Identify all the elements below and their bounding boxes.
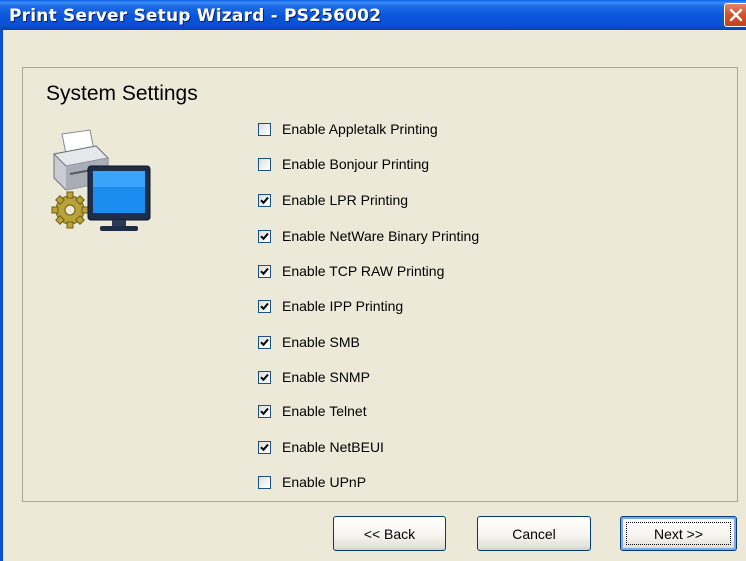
checkbox-netware[interactable]: Enable NetWare Binary Printing [258, 225, 479, 247]
checkbox-upnp[interactable]: Enable UPnP [258, 471, 366, 493]
checkbox-label: Enable TCP RAW Printing [282, 263, 445, 279]
check-mark-icon [260, 267, 269, 275]
check-mark-icon [260, 196, 269, 204]
window-title: Print Server Setup Wizard - PS256002 [9, 6, 382, 26]
printer-computer-settings-icon [50, 128, 156, 237]
checkbox-label: Enable NetWare Binary Printing [282, 228, 480, 244]
checkbox-label: Enable SNMP [282, 369, 370, 385]
checkbox-label: Enable UPnP [282, 474, 367, 490]
checkbox-box[interactable] [258, 229, 271, 243]
checkbox-tcp-raw[interactable]: Enable TCP RAW Printing [258, 260, 444, 282]
checkbox-box[interactable] [258, 122, 271, 136]
check-mark-icon [260, 407, 269, 415]
checkbox-label: Enable Appletalk Printing [282, 121, 438, 137]
checkbox-label: Enable IPP Printing [282, 298, 404, 314]
close-icon [729, 8, 743, 22]
check-mark-icon [260, 373, 269, 381]
checkbox-box[interactable] [258, 157, 271, 171]
checkbox-box[interactable] [258, 264, 271, 278]
checkbox-lpr[interactable]: Enable LPR Printing [258, 189, 408, 211]
checkbox-box[interactable] [258, 440, 271, 454]
checkbox-label: Enable LPR Printing [282, 192, 409, 208]
window-frame-left [0, 30, 3, 561]
checkbox-label: Enable Telnet [282, 403, 367, 419]
focus-rectangle [626, 522, 731, 545]
checkbox-ipp[interactable]: Enable IPP Printing [258, 295, 403, 317]
wizard-window: Print Server Setup Wizard - PS256002 Sys… [0, 0, 746, 561]
checkbox-box[interactable] [258, 335, 271, 349]
check-mark-icon [260, 232, 269, 240]
checkbox-box[interactable] [258, 404, 271, 418]
checkbox-bonjour[interactable]: Enable Bonjour Printing [258, 153, 429, 175]
check-mark-icon [260, 302, 269, 310]
close-button[interactable] [724, 3, 746, 27]
checkbox-snmp[interactable]: Enable SNMP [258, 366, 370, 388]
checkbox-box[interactable] [258, 370, 271, 384]
checkbox-netbeui[interactable]: Enable NetBEUI [258, 436, 384, 458]
check-mark-icon [260, 338, 269, 346]
check-mark-icon [260, 443, 269, 451]
checkbox-telnet[interactable]: Enable Telnet [258, 400, 367, 422]
checkbox-label: Enable NetBEUI [282, 439, 384, 455]
checkbox-appletalk[interactable]: Enable Appletalk Printing [258, 118, 438, 140]
checkbox-label: Enable SMB [282, 334, 360, 350]
checkbox-box[interactable] [258, 475, 271, 489]
checkbox-box[interactable] [258, 299, 271, 313]
checkbox-label: Enable Bonjour Printing [282, 156, 430, 172]
back-button[interactable]: << Back [333, 516, 446, 551]
next-button[interactable]: Next >> [620, 516, 737, 551]
section-title: System Settings [46, 82, 198, 105]
cancel-button[interactable]: Cancel [477, 516, 591, 551]
checkbox-box[interactable] [258, 193, 271, 207]
title-bar[interactable]: Print Server Setup Wizard - PS256002 [0, 0, 746, 30]
checkbox-smb[interactable]: Enable SMB [258, 331, 360, 353]
